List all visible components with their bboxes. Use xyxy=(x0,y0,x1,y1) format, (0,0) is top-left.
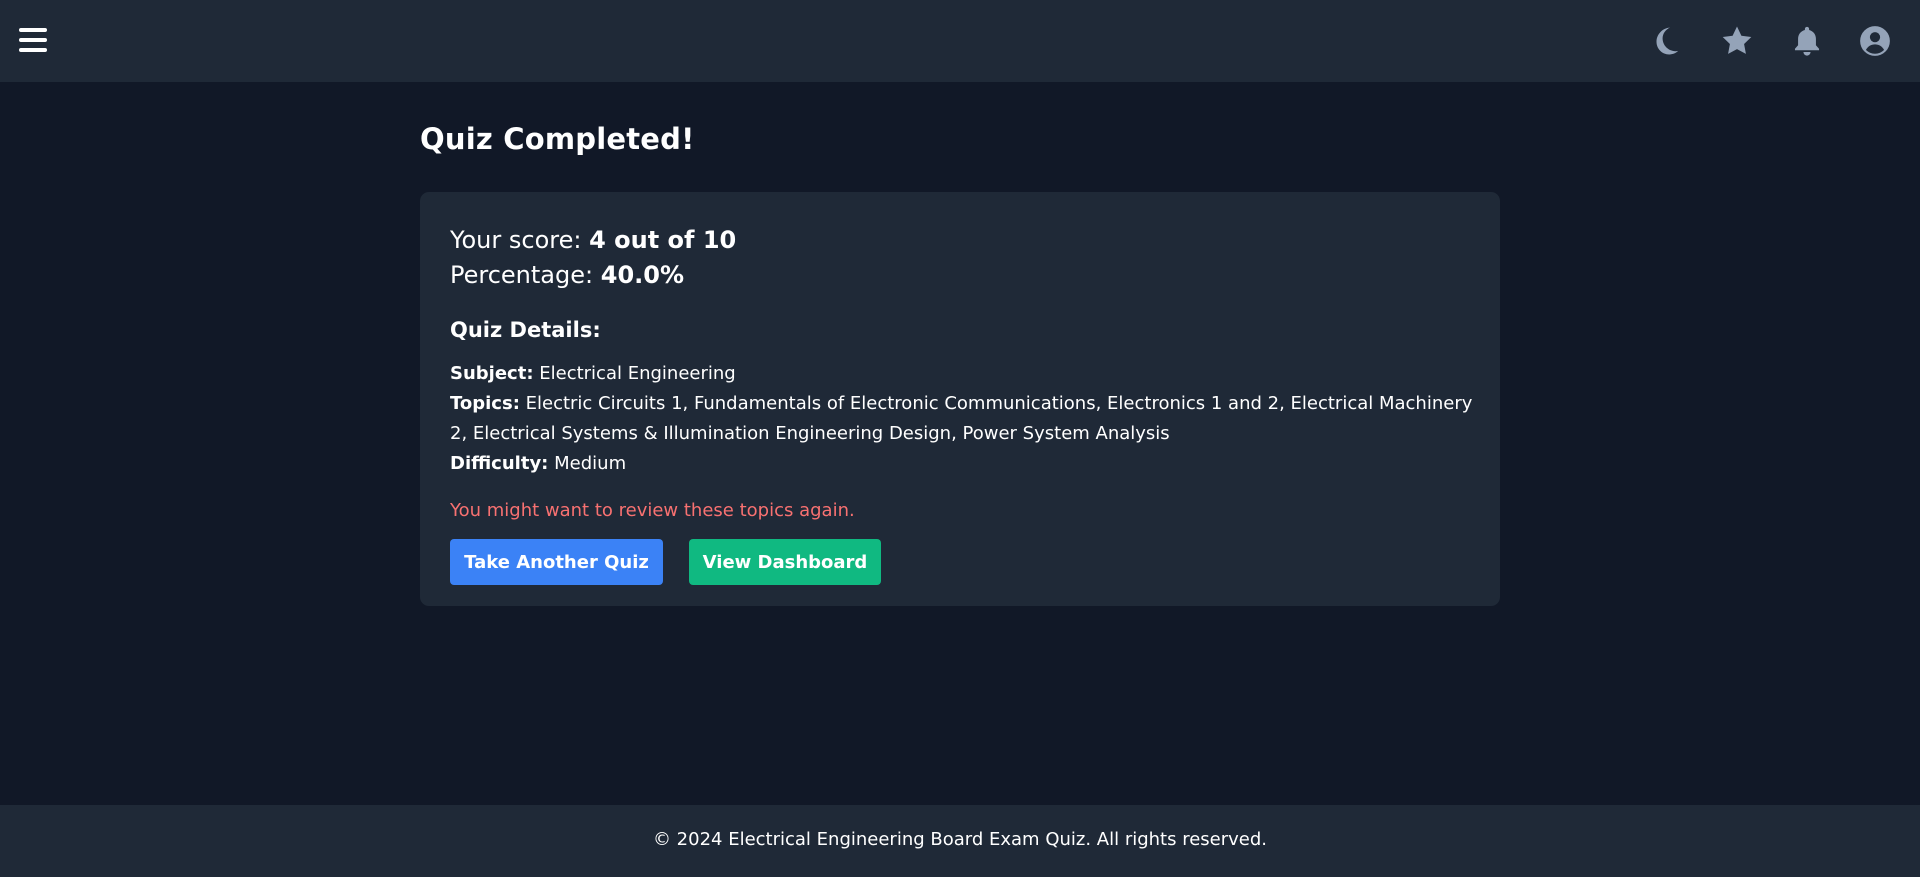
star-icon[interactable] xyxy=(1720,24,1754,58)
copyright-text: © 2024 Electrical Engineering Board Exam… xyxy=(652,829,1268,850)
bell-icon[interactable] xyxy=(1790,24,1824,58)
subject-value: Electrical Engineering xyxy=(539,363,736,384)
quiz-result-card: Your score: 4 out of 10 Percentage: 40.0… xyxy=(420,192,1500,606)
moon-icon[interactable] xyxy=(1648,24,1682,58)
difficulty-label: Difficulty: xyxy=(450,453,549,474)
quiz-details: Subject: Electrical Engineering Topics: … xyxy=(450,359,1480,479)
hamburger-menu-icon[interactable] xyxy=(19,28,47,54)
difficulty-value: Medium xyxy=(554,453,627,474)
quiz-details-heading: Quiz Details: xyxy=(450,318,601,342)
review-message: You might want to review these topics ag… xyxy=(450,500,855,521)
top-navigation-bar xyxy=(0,0,1920,82)
view-dashboard-button[interactable]: View Dashboard xyxy=(689,539,881,585)
score-line: Your score: 4 out of 10 xyxy=(450,226,736,254)
percentage-label: Percentage: xyxy=(450,261,594,289)
page-title: Quiz Completed! xyxy=(420,122,695,156)
topics-row: Topics: Electric Circuits 1, Fundamental… xyxy=(450,389,1480,449)
topics-value: Electric Circuits 1, Fundamentals of Ele… xyxy=(450,393,1473,444)
take-another-quiz-button[interactable]: Take Another Quiz xyxy=(450,539,663,585)
percentage-line: Percentage: 40.0% xyxy=(450,261,684,289)
percentage-value: 40.0% xyxy=(600,261,685,289)
score-value: 4 out of 10 xyxy=(589,226,737,254)
quiz-result-page: Quiz Completed! Your score: 4 out of 10 … xyxy=(0,0,1920,877)
difficulty-row: Difficulty: Medium xyxy=(450,449,1480,479)
score-label: Your score: xyxy=(450,226,582,254)
page-footer: © 2024 Electrical Engineering Board Exam… xyxy=(0,805,1920,877)
subject-row: Subject: Electrical Engineering xyxy=(450,359,1480,389)
user-circle-icon[interactable] xyxy=(1858,24,1892,58)
subject-label: Subject: xyxy=(450,363,534,384)
topics-label: Topics: xyxy=(450,393,520,414)
